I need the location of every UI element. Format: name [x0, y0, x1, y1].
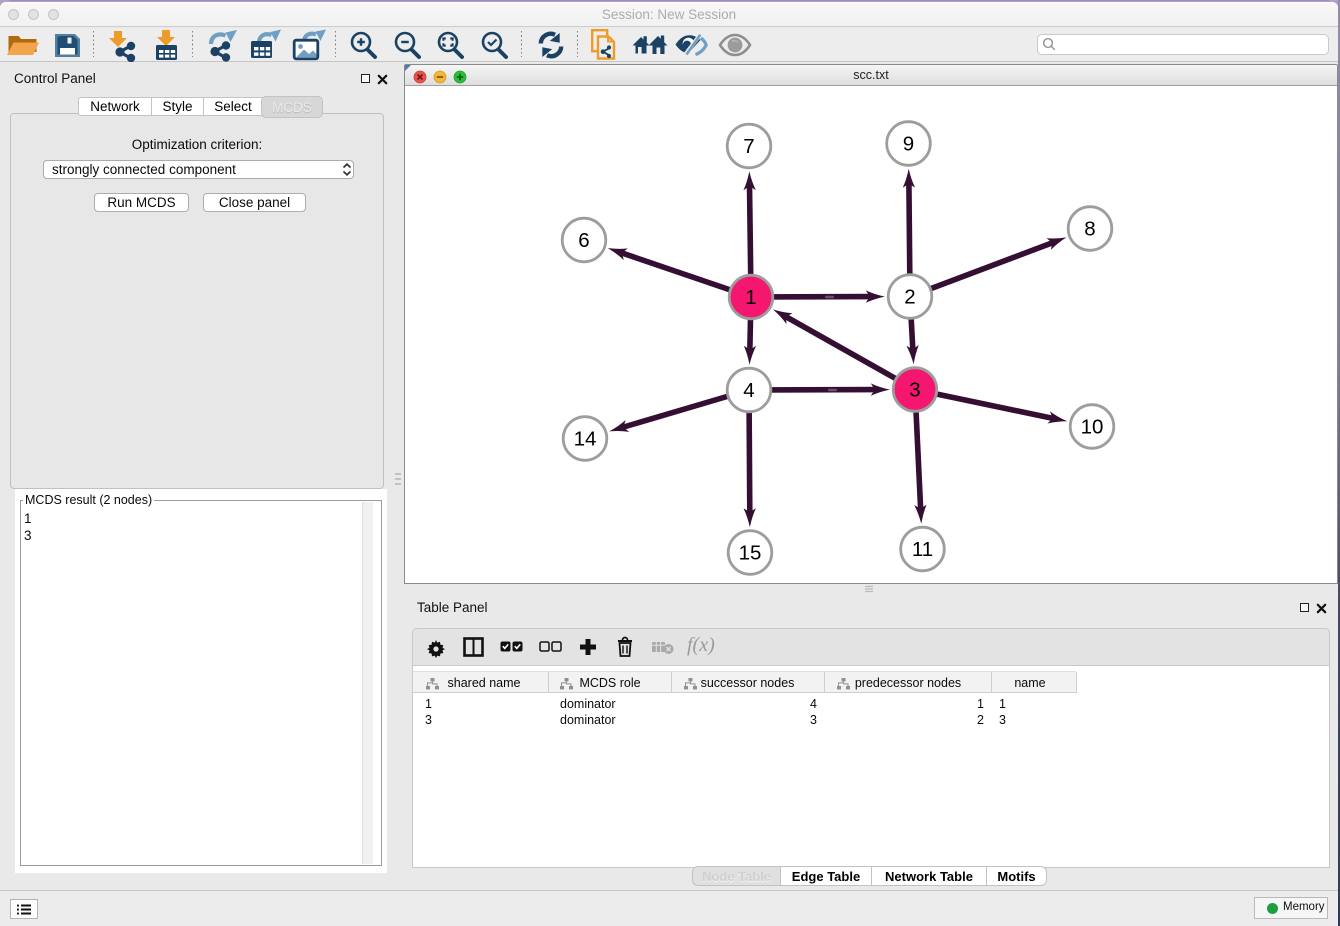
- svg-text:15: 15: [739, 542, 762, 565]
- svg-text:3: 3: [909, 379, 920, 402]
- svg-text:1: 1: [745, 286, 756, 309]
- svg-text:4: 4: [743, 379, 754, 402]
- svg-text:7: 7: [743, 135, 754, 158]
- svg-text:11: 11: [912, 538, 933, 561]
- svg-text:14: 14: [574, 428, 597, 451]
- svg-text:10: 10: [1081, 416, 1104, 439]
- svg-text:9: 9: [903, 133, 914, 156]
- svg-text:6: 6: [578, 229, 589, 252]
- svg-text:2: 2: [904, 286, 915, 309]
- svg-text:8: 8: [1084, 218, 1095, 241]
